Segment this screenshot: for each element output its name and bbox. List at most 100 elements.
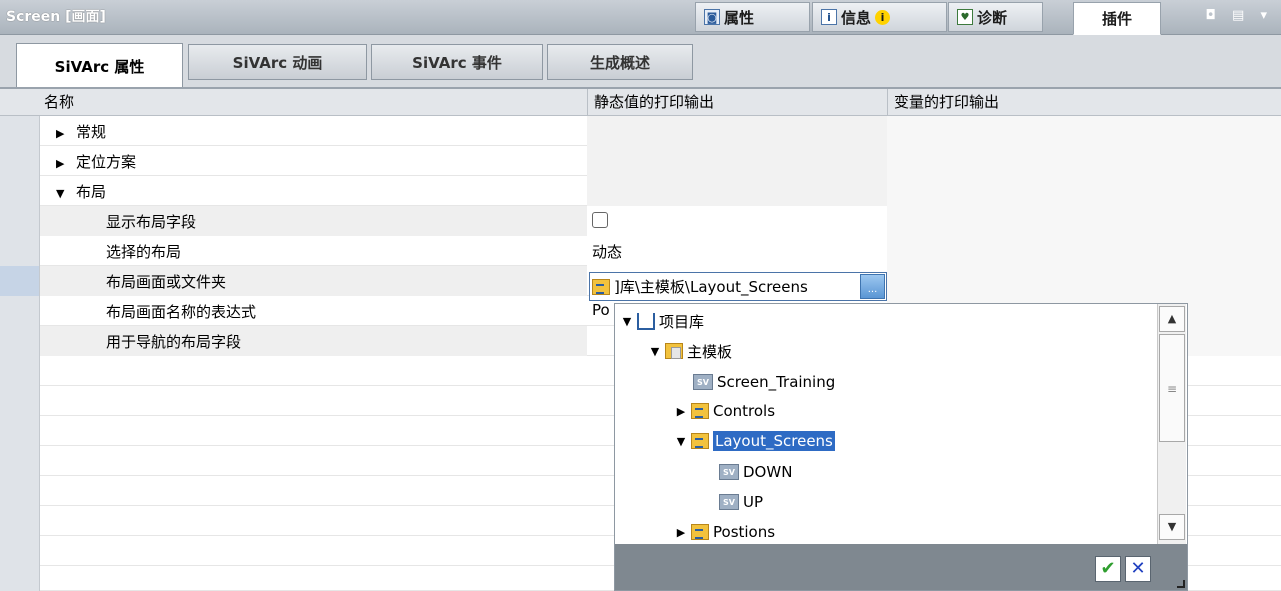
row-header (0, 476, 40, 506)
tab-sivarc-properties[interactable]: SiVArc 属性 (16, 43, 183, 88)
row-header[interactable] (0, 176, 40, 206)
inspector-title-bar: Screen [画面] ◙ 属性 i 信息 i ♥ 诊断 插件 ◘ ▤ ▾ (0, 0, 1281, 35)
project-library-icon (637, 312, 655, 330)
tab-plugins-label: 插件 (1101, 10, 1132, 28)
tab-diagnostics[interactable]: ♥ 诊断 (948, 2, 1043, 32)
static-cell (587, 116, 887, 146)
grid-row-positioning-scheme[interactable]: ▶ 定位方案 (0, 146, 1281, 176)
row-label: 用于导航的布局字段 (106, 333, 242, 351)
diagnostics-icon: ♥ (957, 9, 973, 25)
row-header (0, 416, 40, 446)
tree-node-controls[interactable]: ▶ Controls (675, 396, 775, 426)
grid-row-selected-layout[interactable]: 选择的布局 动态 (0, 236, 1281, 266)
info-icon: i (821, 9, 837, 25)
popup-footer: ✔ ✕ (615, 544, 1187, 590)
tab-properties-label: 属性 (724, 8, 755, 27)
tag-cell (887, 146, 1281, 176)
screen-icon: SV (719, 494, 739, 510)
row-header (0, 356, 40, 386)
library-folder-icon (592, 278, 610, 295)
row-label: ▶ 常规 (56, 123, 107, 141)
library-tree: ▼ 项目库 ▼ 主模板 SV Screen_Training ▶ Control… (615, 304, 1157, 544)
tree-node-up[interactable]: SV UP (719, 487, 763, 517)
tab-info[interactable]: i 信息 i (812, 2, 947, 32)
tab-plugins[interactable]: 插件 (1073, 2, 1161, 35)
layout-name-expression-value[interactable]: Po (592, 301, 610, 319)
confirm-button[interactable]: ✔ (1095, 556, 1121, 582)
column-header-tag-output[interactable]: 变量的打印输出 (887, 89, 1281, 116)
row-header (0, 566, 40, 591)
properties-icon: ◙ (704, 9, 720, 25)
expanded-arrow-icon[interactable]: ▼ (621, 315, 633, 328)
row-header (0, 386, 40, 416)
library-folder-icon (691, 433, 709, 449)
row-header[interactable] (0, 206, 40, 236)
row-header[interactable] (0, 296, 40, 326)
tag-cell (887, 236, 1281, 266)
tree-vertical-scrollbar[interactable]: ▲ ≡ ▼ (1157, 304, 1186, 544)
row-label: 显示布局字段 (106, 213, 197, 231)
selected-layout-value[interactable]: 动态 (592, 241, 622, 262)
master-copies-folder-icon (665, 343, 683, 359)
browse-button[interactable]: ... (860, 274, 885, 299)
row-label: 选择的布局 (106, 243, 182, 261)
library-tree-popup: ▼ 项目库 ▼ 主模板 SV Screen_Training ▶ Control… (614, 303, 1188, 591)
layout-path-value[interactable]: ]库\主模板\Layout_Screens (614, 276, 856, 297)
tree-node-screen-training[interactable]: SV Screen_Training (693, 367, 835, 397)
tree-node-master-copies[interactable]: ▼ 主模板 (649, 336, 732, 366)
window-controls[interactable]: ◘ ▤ ▾ (1206, 8, 1273, 23)
sub-tab-bar: SiVArc 属性 SiVArc 动画 SiVArc 事件 生成概述 (0, 35, 1281, 89)
collapsed-arrow-icon[interactable]: ▶ (675, 526, 687, 539)
expanded-arrow-icon[interactable]: ▼ (675, 435, 687, 448)
tab-info-label: 信息 (841, 8, 872, 27)
tag-cell (887, 206, 1281, 236)
row-header[interactable] (0, 146, 40, 176)
row-label: ▶ 定位方案 (56, 153, 137, 171)
expanded-arrow-icon[interactable]: ▼ (649, 345, 661, 358)
tag-cell (887, 176, 1281, 206)
row-header[interactable] (0, 236, 40, 266)
tag-cell (887, 266, 1281, 296)
tab-generation-overview[interactable]: 生成概述 (547, 44, 693, 80)
row-header (0, 536, 40, 566)
collapsed-arrow-icon[interactable]: ▶ (56, 127, 68, 140)
row-label: 布局画面或文件夹 (106, 273, 227, 291)
tree-node-project-library[interactable]: ▼ 项目库 (621, 306, 704, 336)
row-header[interactable] (0, 266, 40, 296)
show-layout-fields-checkbox[interactable] (592, 212, 608, 228)
tab-diagnostics-label: 诊断 (977, 8, 1008, 27)
scrollbar-thumb[interactable]: ≡ (1159, 334, 1185, 442)
tree-node-down[interactable]: SV DOWN (719, 457, 792, 487)
scroll-up-icon[interactable]: ▲ (1159, 306, 1185, 332)
collapsed-arrow-icon[interactable]: ▶ (675, 405, 687, 418)
row-label: 布局画面名称的表达式 (106, 303, 257, 321)
grid-row-general[interactable]: ▶ 常规 (0, 116, 1281, 146)
scroll-down-icon[interactable]: ▼ (1159, 514, 1185, 540)
static-cell (587, 236, 887, 266)
cancel-button[interactable]: ✕ (1125, 556, 1151, 582)
resize-grip-icon[interactable] (1177, 580, 1185, 588)
static-cell (587, 176, 887, 206)
tab-properties[interactable]: ◙ 属性 (695, 2, 810, 32)
grid-row-show-layout-fields[interactable]: 显示布局字段 (0, 206, 1281, 236)
tag-cell (887, 116, 1281, 146)
row-header[interactable] (0, 116, 40, 146)
tree-node-postions[interactable]: ▶ Postions (675, 517, 775, 544)
row-header[interactable] (0, 326, 40, 356)
tab-sivarc-events[interactable]: SiVArc 事件 (371, 44, 543, 80)
static-cell (587, 206, 887, 236)
row-header (0, 446, 40, 476)
grid-row-layout[interactable]: ▼ 布局 (0, 176, 1281, 206)
tab-sivarc-animations[interactable]: SiVArc 动画 (188, 44, 367, 80)
library-folder-icon (691, 524, 709, 540)
static-cell (587, 146, 887, 176)
window-title: Screen [画面] (6, 9, 106, 25)
column-header-name[interactable]: 名称 (0, 89, 587, 116)
layout-path-field[interactable]: ]库\主模板\Layout_Screens ... (589, 272, 887, 301)
library-folder-icon (691, 403, 709, 419)
collapsed-arrow-icon[interactable]: ▶ (56, 157, 68, 170)
screen-icon: SV (693, 374, 713, 390)
expanded-arrow-icon[interactable]: ▼ (56, 187, 68, 200)
column-header-static-output[interactable]: 静态值的打印输出 (587, 89, 887, 116)
tree-node-layout-screens[interactable]: ▼ Layout_Screens (675, 426, 835, 456)
